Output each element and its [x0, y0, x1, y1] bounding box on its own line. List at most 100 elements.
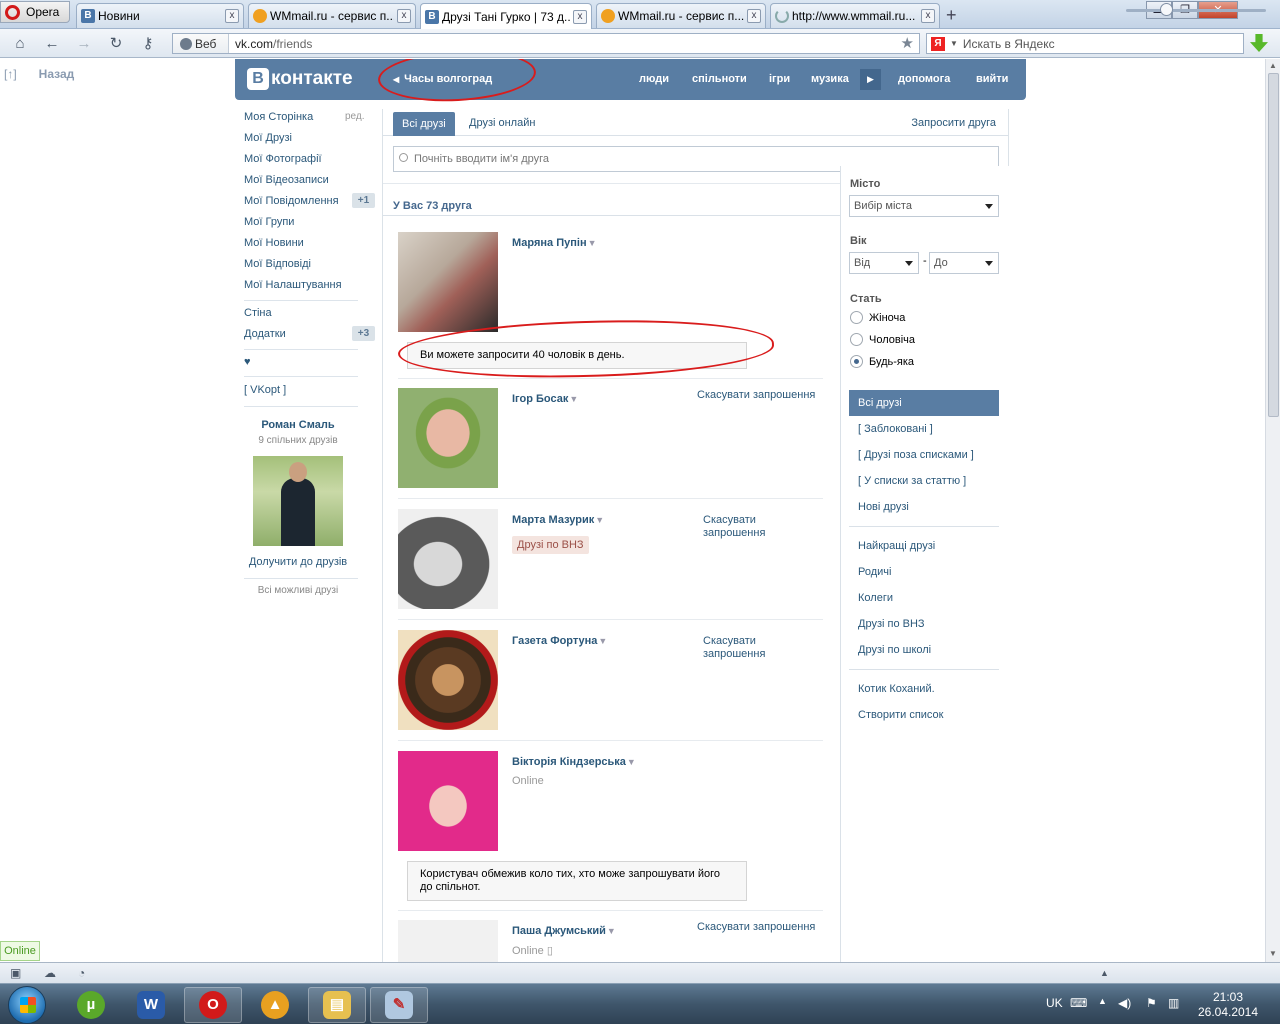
close-icon[interactable]: x — [747, 9, 761, 23]
volume-icon[interactable]: ◀) — [1118, 996, 1131, 1010]
list-outside-lists[interactable]: [ Друзі поза списками ] — [858, 449, 974, 461]
list-all-friends[interactable]: Всі друзі — [849, 390, 999, 416]
key-icon[interactable]: ⚷ — [138, 34, 158, 54]
forward-icon[interactable]: → — [74, 34, 94, 54]
back-icon[interactable]: ← — [42, 34, 62, 54]
cancel-invite-link[interactable]: Скасувати запрошення — [697, 921, 815, 934]
list-blocked[interactable]: [ Заблоковані ] — [858, 423, 933, 435]
taskbar-aimp[interactable]: ▲ — [246, 987, 304, 1023]
web-badge[interactable]: Веб — [173, 34, 229, 53]
chevron-down-icon[interactable]: ▼ — [588, 238, 597, 248]
invite-friend-link[interactable]: Запросити друга — [911, 117, 996, 129]
speed-dial-icon[interactable]: ◔ — [78, 966, 85, 980]
language-indicator[interactable]: UK — [1046, 996, 1063, 1010]
download-icon[interactable] — [1250, 34, 1268, 52]
messages-count-badge[interactable]: +1 — [352, 193, 375, 208]
list-best-friends[interactable]: Найкращі друзі — [858, 540, 935, 552]
chevron-down-icon[interactable]: ▼ — [569, 394, 578, 404]
menu-my-photos[interactable]: Мої Фотографії — [244, 153, 322, 165]
new-tab-button[interactable]: + — [946, 5, 957, 26]
menu-my-groups[interactable]: Мої Групи — [244, 216, 294, 228]
chevron-down-icon[interactable]: ▼ — [595, 515, 604, 525]
tab-all-friends[interactable]: Всі друзі — [393, 112, 455, 136]
taskbar-explorer[interactable]: ▤ — [308, 987, 366, 1023]
opera-menu-button[interactable]: Opera — [0, 1, 70, 23]
scroll-down-icon[interactable]: ▼ — [1269, 949, 1277, 958]
nav-games[interactable]: ігри — [769, 73, 790, 85]
suggested-friend-name[interactable]: Роман Смаль — [244, 419, 352, 431]
sex-female-radio[interactable]: Жіноча — [850, 311, 905, 324]
scroll-up-icon[interactable]: ▲ — [1269, 61, 1277, 70]
menu-my-news[interactable]: Мої Новини — [244, 237, 304, 249]
keyboard-icon[interactable]: ⌨ — [1070, 996, 1087, 1010]
chevron-down-icon[interactable]: ▼ — [598, 636, 607, 646]
menu-my-videos[interactable]: Мої Відеозаписи — [244, 174, 329, 186]
browser-tab[interactable]: В Новини x — [76, 3, 244, 28]
nav-logout[interactable]: вийти — [976, 73, 1008, 85]
list-by-sex[interactable]: [ У списки за статтю ] — [858, 475, 966, 487]
taskbar-paint[interactable]: ✎ — [370, 987, 428, 1023]
apps-count-badge[interactable]: +3 — [352, 326, 375, 341]
address-bar[interactable]: Веб vk.com/friends ★ — [172, 33, 920, 54]
panel-toggle-icon[interactable]: ▣ — [10, 966, 21, 980]
tray-expand-icon[interactable]: ▲ — [1098, 996, 1107, 1006]
friend-photo[interactable] — [398, 509, 498, 609]
url-text[interactable]: vk.com/friends — [229, 37, 919, 51]
friend-photo[interactable] — [398, 751, 498, 851]
taskbar-word[interactable]: W — [122, 987, 180, 1023]
network-icon[interactable]: ▥ — [1168, 996, 1179, 1010]
friend-photo[interactable] — [398, 920, 498, 962]
play-icon[interactable]: ▶ — [860, 69, 881, 90]
list-university-friends[interactable]: Друзі по ВНЗ — [858, 618, 925, 630]
status-link[interactable]: ◀ Часы волгоград — [393, 73, 492, 85]
browser-tab[interactable]: WMmail.ru - сервис п... x — [596, 3, 766, 28]
list-new-friends[interactable]: Нові друзі — [858, 501, 909, 513]
vk-logo[interactable]: В контакте — [247, 68, 353, 90]
nav-communities[interactable]: спільноти — [692, 73, 747, 85]
create-list-link[interactable]: Створити список — [858, 709, 943, 721]
sex-male-radio[interactable]: Чоловіча — [850, 333, 915, 346]
nav-people[interactable]: люди — [639, 73, 669, 85]
list-colleagues[interactable]: Колеги — [858, 592, 893, 604]
list-custom[interactable]: Котик Коханий. — [858, 683, 935, 695]
close-icon[interactable]: x — [573, 9, 587, 24]
friend-photo[interactable] — [398, 232, 498, 332]
zoom-slider-track[interactable] — [1126, 9, 1266, 12]
scrollbar-thumb[interactable] — [1268, 73, 1279, 417]
nav-music[interactable]: музика — [811, 73, 849, 85]
action-center-icon[interactable]: ⚑ — [1146, 996, 1157, 1010]
age-to-select[interactable]: До — [929, 252, 999, 274]
menu-apps[interactable]: Додатки — [244, 328, 286, 340]
tab-online-friends[interactable]: Друзі онлайн — [469, 117, 535, 129]
nav-help[interactable]: допомога — [898, 73, 950, 85]
zoom-slider-knob[interactable] — [1160, 3, 1173, 16]
taskbar-opera[interactable]: O — [184, 987, 242, 1023]
system-clock[interactable]: 21:03 26.04.2014 — [1196, 990, 1260, 1020]
browser-tab[interactable]: http://www.wmmail.ru... x — [770, 3, 940, 28]
list-relatives[interactable]: Родичі — [858, 566, 891, 578]
browser-tab-active[interactable]: В Друзі Тані Гурко | 73 д... x — [420, 3, 592, 29]
friend-list-badge[interactable]: Друзі по ВНЗ — [512, 536, 589, 554]
suggested-friend-photo[interactable] — [253, 456, 343, 546]
browser-tab[interactable]: WMmail.ru - сервис п... x — [248, 3, 416, 28]
close-icon[interactable]: x — [397, 9, 411, 23]
menu-vkopt[interactable]: [ VKopt ] — [244, 384, 286, 396]
chevron-down-icon[interactable]: ▼ — [607, 926, 616, 936]
cancel-invite-link[interactable]: Скасувати запрошення — [703, 635, 765, 661]
menu-wall[interactable]: Стіна — [244, 307, 272, 319]
friend-name[interactable]: Вікторія Кіндзерська▼ — [512, 756, 636, 768]
add-to-friends-link[interactable]: Долучити до друзів — [244, 556, 352, 568]
cancel-invite-link[interactable]: Скасувати запрошення — [703, 514, 765, 540]
menu-my-friends[interactable]: Мої Друзі — [244, 132, 292, 144]
friend-name[interactable]: Марта Мазурик▼ — [512, 514, 604, 526]
taskbar-utorrent[interactable]: µ — [62, 987, 120, 1023]
friend-photo[interactable] — [398, 630, 498, 730]
sex-any-radio[interactable]: Будь-яка — [850, 355, 914, 368]
menu-my-settings[interactable]: Мої Налаштування — [244, 279, 342, 291]
chevron-down-icon[interactable]: ▼ — [627, 757, 636, 767]
friend-photo[interactable] — [398, 388, 498, 488]
all-possible-friends-link[interactable]: Всі можливі друзі — [244, 585, 352, 596]
page-scrollbar[interactable]: ▲ ▼ — [1265, 59, 1280, 962]
chevron-down-icon[interactable]: ▼ — [950, 39, 958, 48]
friend-name[interactable]: Маряна Пупін▼ — [512, 237, 597, 249]
